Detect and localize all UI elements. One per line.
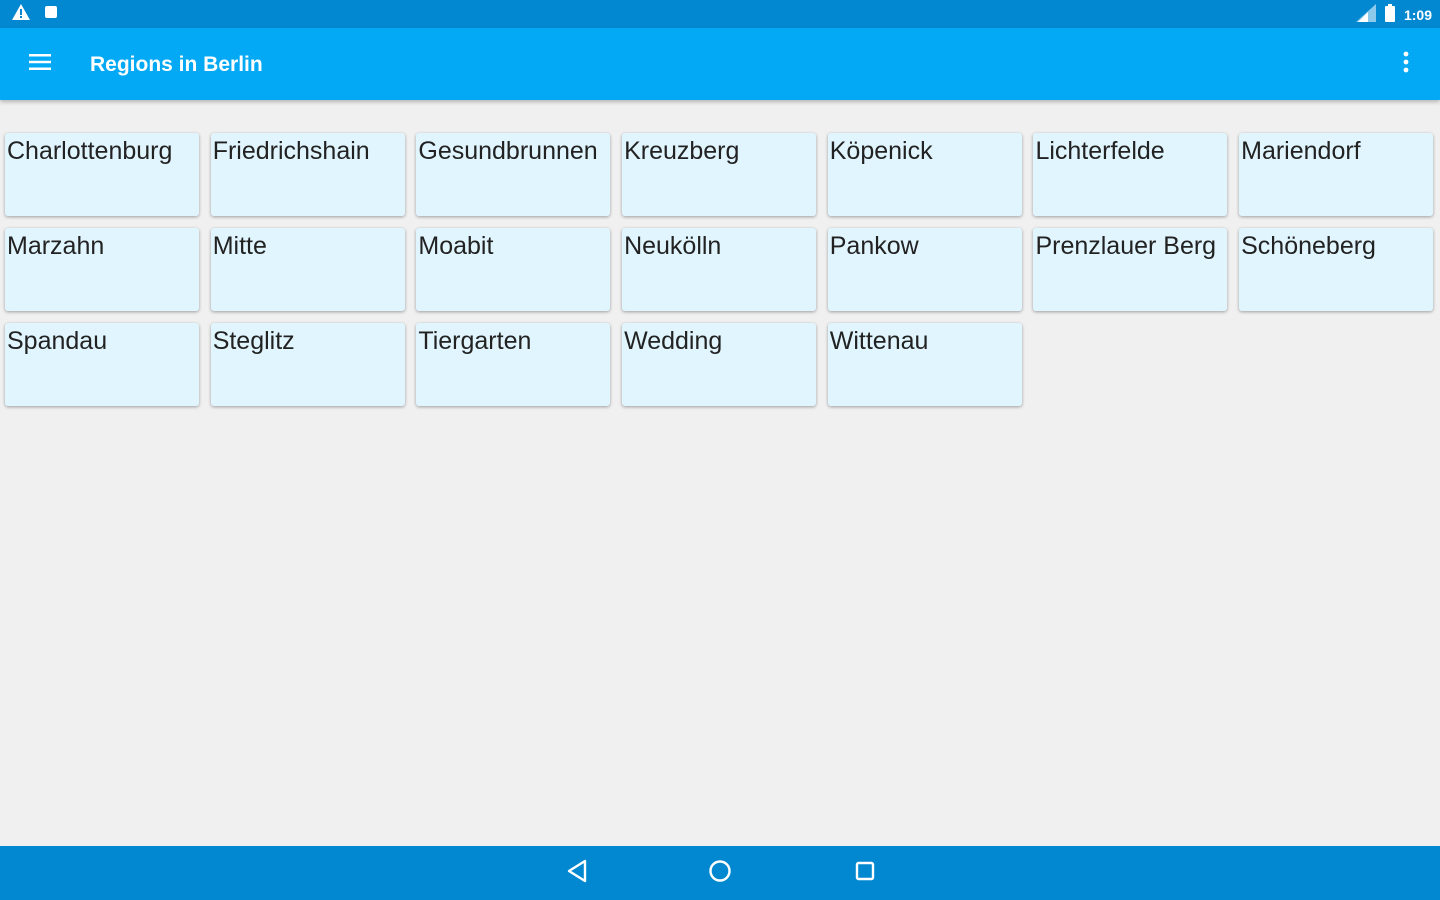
region-tile[interactable]: Prenzlauer Berg bbox=[1033, 228, 1228, 311]
region-tile[interactable]: Schöneberg bbox=[1239, 228, 1434, 311]
region-tile[interactable]: Wittenau bbox=[827, 323, 1022, 406]
battery-icon bbox=[1384, 4, 1396, 25]
region-tile[interactable]: Moabit bbox=[416, 228, 611, 311]
menu-button[interactable] bbox=[20, 44, 60, 84]
region-tile[interactable]: Spandau bbox=[5, 323, 199, 406]
region-tile[interactable]: Mitte bbox=[210, 228, 405, 311]
region-grid: Charlottenburg Friedrichshain Gesundbrunne… bbox=[5, 133, 1435, 406]
more-vert-icon bbox=[1403, 51, 1409, 78]
warning-icon bbox=[12, 4, 30, 25]
notification-square-icon bbox=[44, 5, 58, 24]
region-tile[interactable]: Tiergarten bbox=[416, 323, 611, 406]
back-icon bbox=[566, 859, 588, 888]
region-tile[interactable]: Marzahn bbox=[5, 228, 199, 311]
status-right-icons: 1:09 bbox=[1355, 4, 1432, 25]
back-button[interactable] bbox=[562, 858, 592, 888]
status-left-icons bbox=[12, 4, 58, 25]
signal-icon bbox=[1355, 4, 1376, 25]
home-button[interactable] bbox=[705, 858, 735, 888]
region-tile[interactable]: Neukölln bbox=[622, 228, 817, 311]
region-tile[interactable]: Gesundbrunnen bbox=[416, 133, 611, 216]
region-tile[interactable]: Mariendorf bbox=[1239, 133, 1434, 216]
page-title: Regions in Berlin bbox=[90, 53, 263, 76]
recents-button[interactable] bbox=[850, 858, 880, 888]
overflow-menu-button[interactable] bbox=[1386, 44, 1426, 84]
hamburger-menu-icon bbox=[29, 53, 51, 76]
recents-icon bbox=[854, 860, 876, 887]
status-bar: 1:09 bbox=[0, 0, 1440, 28]
region-tile[interactable]: Köpenick bbox=[827, 133, 1022, 216]
region-tile[interactable]: Lichterfelde bbox=[1033, 133, 1228, 216]
region-tile[interactable]: Steglitz bbox=[210, 323, 405, 406]
home-icon bbox=[708, 859, 732, 888]
region-tile[interactable]: Wedding bbox=[622, 323, 817, 406]
region-tile[interactable]: Friedrichshain bbox=[210, 133, 405, 216]
status-time: 1:09 bbox=[1403, 6, 1432, 23]
app-bar: Regions in Berlin bbox=[0, 28, 1440, 100]
region-tile[interactable]: Kreuzberg bbox=[622, 133, 817, 216]
navigation-bar bbox=[0, 846, 1440, 900]
region-tile[interactable]: Pankow bbox=[827, 228, 1022, 311]
region-tile[interactable]: Charlottenburg bbox=[5, 133, 199, 216]
